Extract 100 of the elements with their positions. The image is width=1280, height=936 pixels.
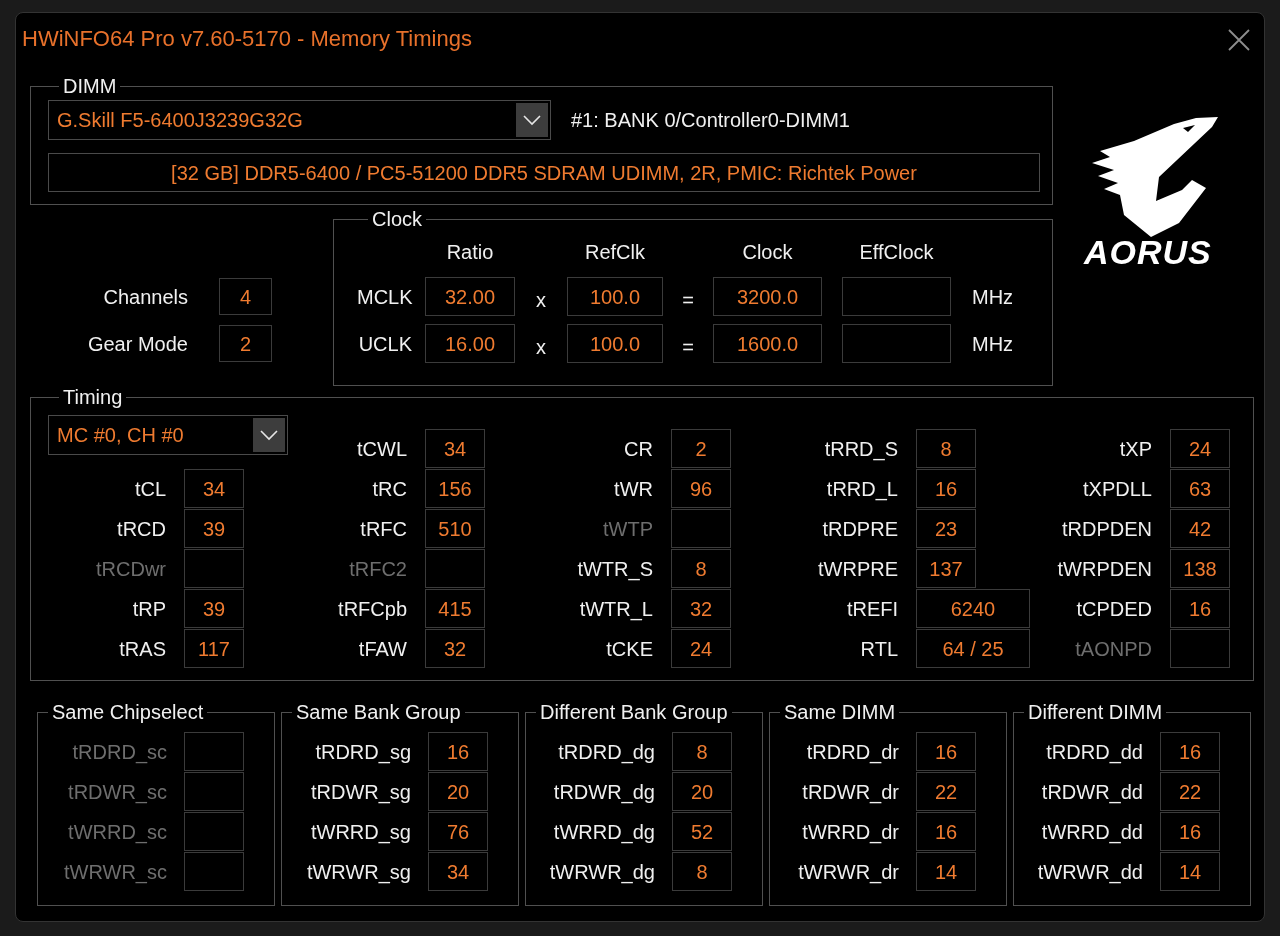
value-field <box>184 732 244 771</box>
description-field: [32 GB] DDR5-6400 / PC5-51200 DDR5 SDRAM UDIMM, 2R, PMIC: Richtek Power <box>48 153 1040 192</box>
column-header: Ratio <box>445 240 495 264</box>
value-field: 3200.0 <box>713 277 822 316</box>
value-field: 8 <box>672 852 732 891</box>
timing-label: tWRRD_dg <box>552 820 656 844</box>
value-field: 22 <box>1160 772 1220 811</box>
value-field: 34 <box>425 429 485 468</box>
value-field: 24 <box>671 629 731 668</box>
timing-label: tRRD_S <box>823 437 899 461</box>
value-field: 32 <box>425 629 485 668</box>
value-field: 23 <box>916 509 976 548</box>
value-field: 42 <box>1170 509 1230 548</box>
timing-label: tWRWR_dd <box>1036 860 1144 884</box>
timing-label: tRDRD_dd <box>1045 740 1144 764</box>
value-field: 64 / 25 <box>916 629 1030 668</box>
value-field: 8 <box>672 732 732 771</box>
channel-dropdown[interactable]: MC #0, CH #0 <box>48 415 288 455</box>
slot-label: #1: BANK 0/Controller0-DIMM1 <box>571 108 850 132</box>
operator-sign: = <box>681 334 695 359</box>
field-label: Gear Mode <box>86 331 188 356</box>
timing-label: tWRRD_sg <box>310 820 412 844</box>
timing-label: tREFI <box>845 597 899 621</box>
timing-label: tWRRD_dd <box>1040 820 1144 844</box>
timing-label: tCKE <box>605 637 654 661</box>
timing-label: tRRD_L <box>825 477 899 501</box>
value-field: 34 <box>184 469 244 508</box>
timing-label: tXPDLL <box>1082 477 1153 501</box>
value-field: 2 <box>219 325 272 362</box>
timing-label: tWRRD_sc <box>67 820 168 844</box>
timing-label: tRCD <box>116 517 167 541</box>
operator-sign: x <box>535 334 547 359</box>
value-field: 22 <box>916 772 976 811</box>
logo-text: AORUS <box>1084 239 1212 265</box>
timing-label: tFAW <box>357 637 408 661</box>
timing-label: tRFC2 <box>348 557 408 581</box>
timing-label: tXP <box>1118 437 1153 461</box>
timing-label: CR <box>623 437 654 461</box>
timing-label: tRFC <box>359 517 408 541</box>
timing-label: RTL <box>859 637 899 661</box>
value-field: 16 <box>1160 732 1220 771</box>
timing-label: tWRWR_sg <box>305 860 412 884</box>
timing-label: tRFCpb <box>337 597 408 621</box>
value-field: 100.0 <box>567 324 663 363</box>
timing-label: tWRPRE <box>817 557 899 581</box>
value-field <box>184 812 244 851</box>
close-icon <box>1228 28 1250 51</box>
value-field: 14 <box>916 852 976 891</box>
group-title: Clock <box>371 211 423 227</box>
column-header: Clock <box>741 240 794 264</box>
value-field: 16 <box>916 469 976 508</box>
close-button[interactable] <box>1228 28 1250 51</box>
value-field: 76 <box>428 812 488 851</box>
window-title: HWiNFO64 Pro v7.60-5170 - Memory Timings <box>22 26 472 53</box>
timing-label: tWRRD_dr <box>801 820 900 844</box>
timing-label: tRDRD_sc <box>71 740 168 764</box>
value-field: 2 <box>671 429 731 468</box>
value-field: 16 <box>916 732 976 771</box>
value-field <box>425 549 485 588</box>
value-field: 34 <box>428 852 488 891</box>
value-field: 8 <box>671 549 731 588</box>
value-field: 20 <box>672 772 732 811</box>
value-field: 138 <box>1170 549 1230 588</box>
value-field <box>184 549 244 588</box>
value-field: 16 <box>1170 589 1230 628</box>
clock-label: UCLK <box>357 331 413 356</box>
value-field: 16.00 <box>425 324 515 363</box>
timing-label: tWTR_S <box>576 557 654 581</box>
timing-label: tWR <box>613 477 654 501</box>
value-field: 117 <box>184 629 244 668</box>
value-field: 32 <box>671 589 731 628</box>
value-field: 4 <box>219 278 272 315</box>
timing-label: tRDRD_dr <box>805 740 900 764</box>
timing-label: tRDWR_dd <box>1040 780 1144 804</box>
value-field: 63 <box>1170 469 1230 508</box>
value-field: 16 <box>428 732 488 771</box>
timing-label: tRDWR_sg <box>310 780 412 804</box>
value-field: 156 <box>425 469 485 508</box>
timing-label: tWRWR_dg <box>548 860 656 884</box>
value-field: 1600.0 <box>713 324 822 363</box>
value-field: 100.0 <box>567 277 663 316</box>
operator-sign: = <box>681 287 695 312</box>
timing-label: tCL <box>133 477 167 501</box>
value-field: 510 <box>425 509 485 548</box>
value-field: 96 <box>671 469 731 508</box>
value-field: 137 <box>916 549 976 588</box>
timing-label: tRDWR_dr <box>801 780 900 804</box>
module-dropdown[interactable]: G.Skill F5-6400J3239G32G <box>48 100 551 140</box>
column-header: RefClk <box>584 240 646 264</box>
timing-label: tRDPDEN <box>1061 517 1153 541</box>
value-field: 16 <box>1160 812 1220 851</box>
value-field <box>184 772 244 811</box>
value-field: 20 <box>428 772 488 811</box>
chevron-down-icon <box>253 418 285 452</box>
timing-label: tRDPRE <box>821 517 899 541</box>
timing-label: tRDWR_dg <box>552 780 656 804</box>
value-field: 24 <box>1170 429 1230 468</box>
timing-label: tRCDwr <box>95 557 167 581</box>
value-field <box>1170 629 1230 668</box>
timing-label: tRDWR_sc <box>67 780 168 804</box>
